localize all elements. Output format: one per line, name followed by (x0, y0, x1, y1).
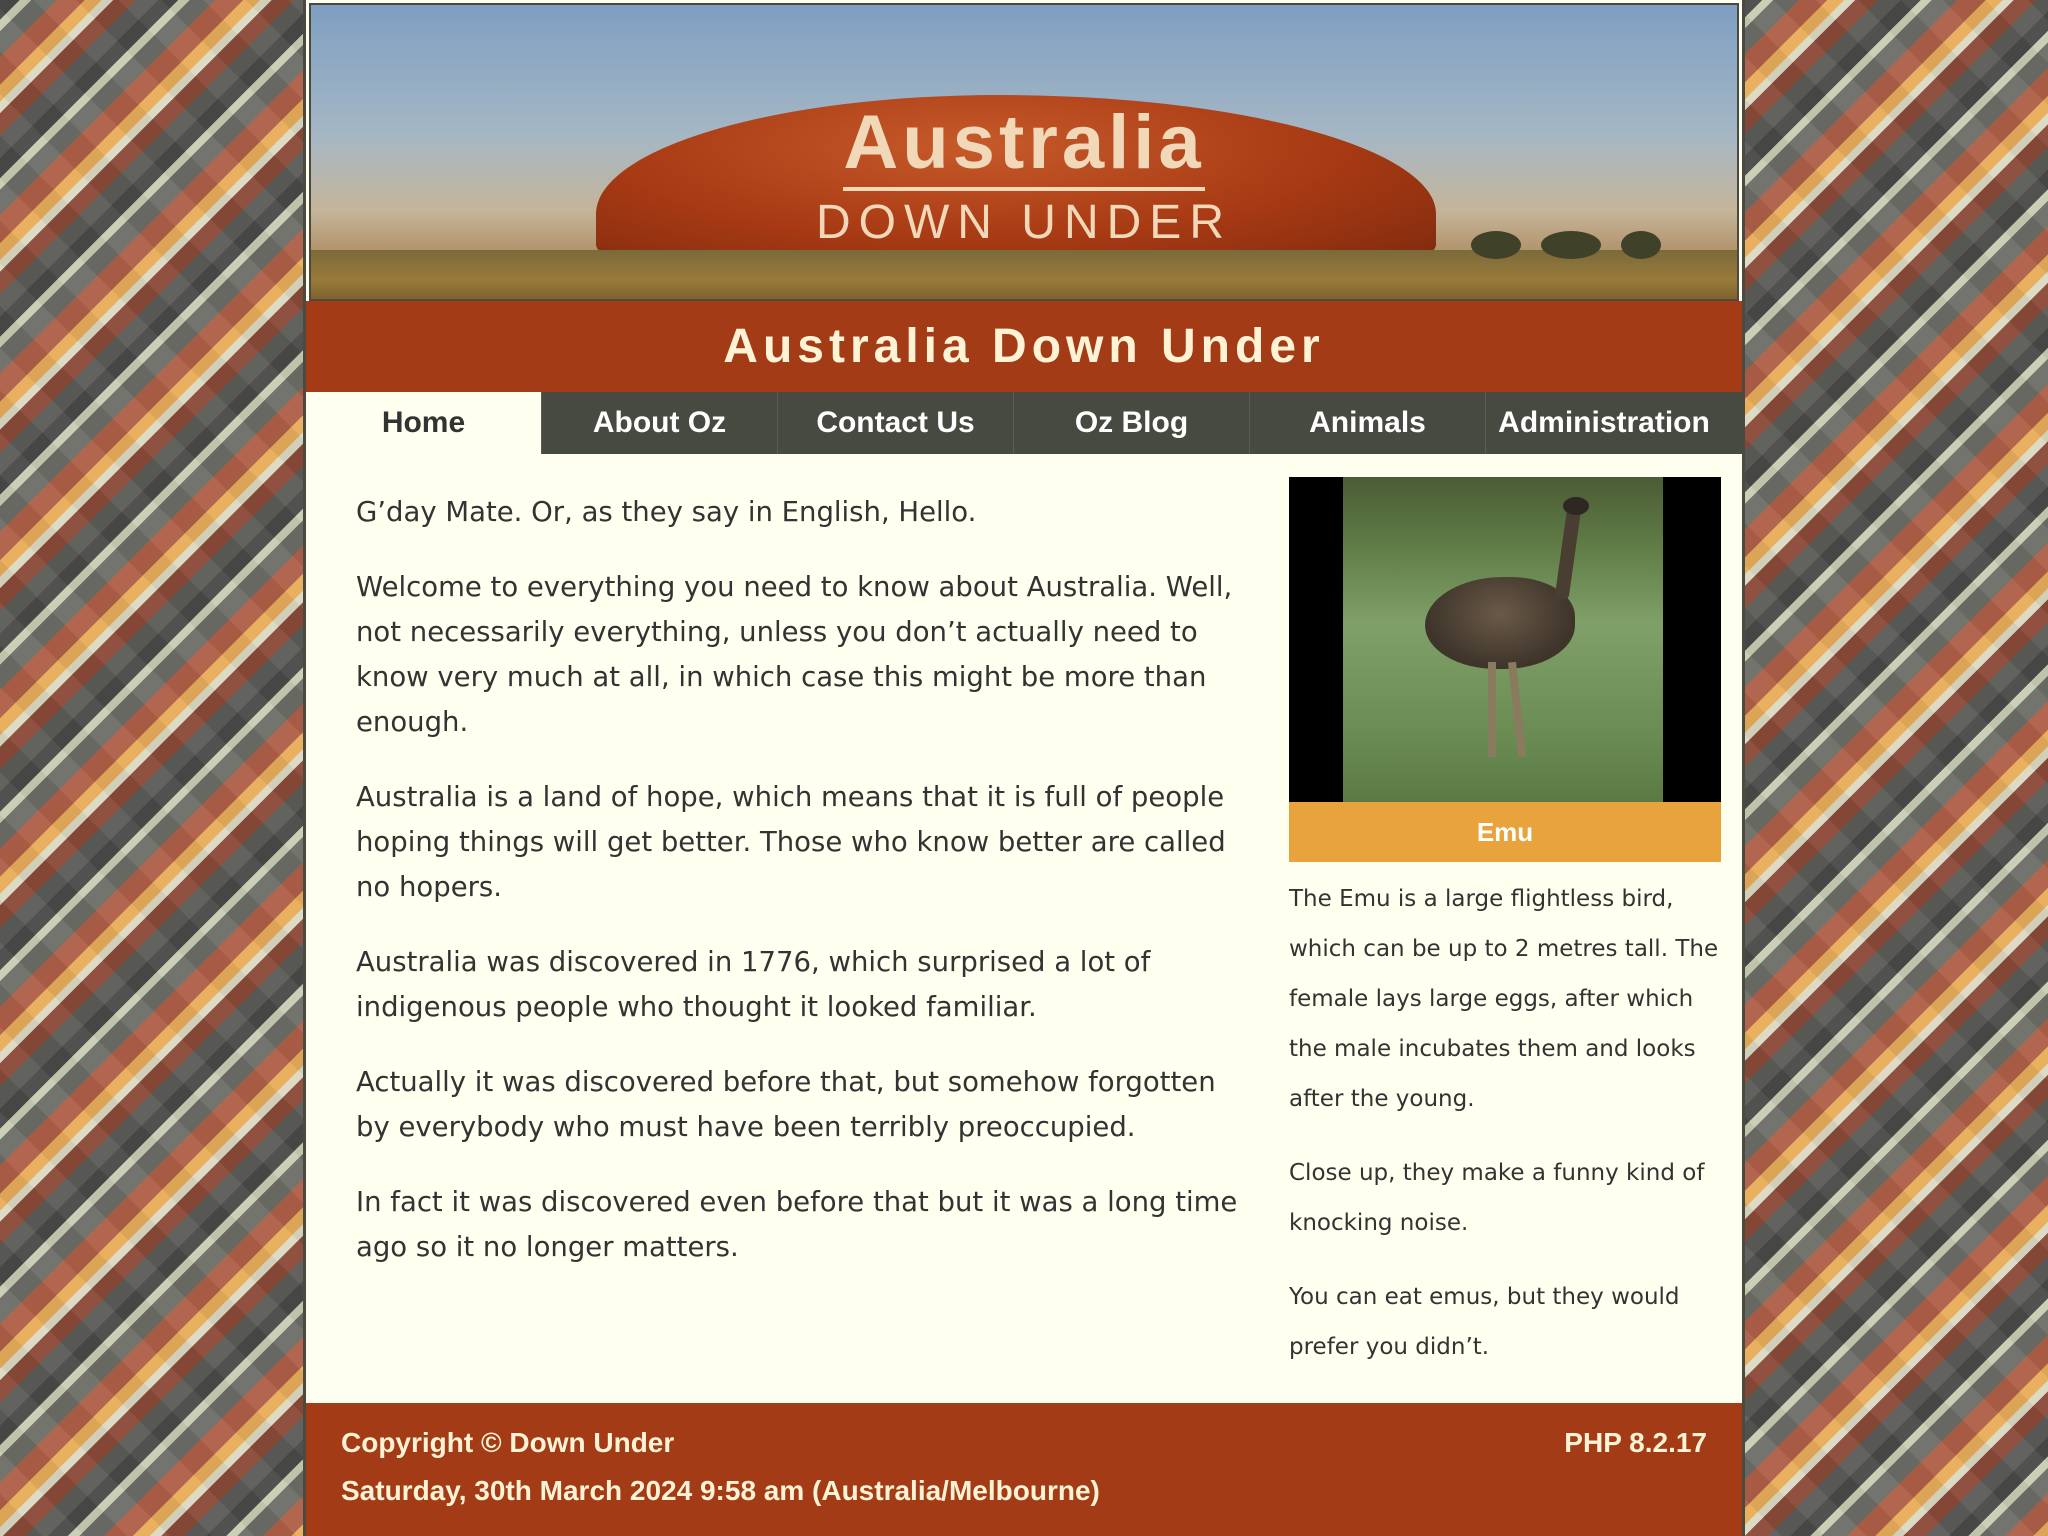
sidebar-feature: Emu The Emu is a large flightless bird, … (1289, 477, 1721, 1396)
header-banner: Australia DOWN UNDER (309, 3, 1739, 301)
emu-photo (1289, 477, 1721, 802)
nav-item-contact-us[interactable]: Contact Us (778, 392, 1014, 454)
sidebar-paragraph: You can eat emus, but they would prefer … (1289, 1284, 1680, 1360)
main-paragraph: G’day Mate. Or, as they say in English, … (356, 496, 977, 528)
sidebar-paragraph: The Emu is a large flightless bird, whic… (1289, 886, 1719, 1112)
emu-photo-scene (1343, 477, 1663, 802)
sidebar-paragraph: Close up, they make a funny kind of knoc… (1289, 1160, 1705, 1236)
footer-datetime: Saturday, 30th March 2024 9:58 am (Austr… (341, 1475, 1100, 1506)
main-paragraph: Australia was discovered in 1776, which … (356, 946, 1151, 1023)
main-paragraph: Welcome to everything you need to know a… (356, 571, 1233, 738)
emu-image-head (1563, 497, 1589, 515)
nav-item-oz-blog[interactable]: Oz Blog (1014, 392, 1250, 454)
page-container: Australia DOWN UNDER Australia Down Unde… (303, 0, 1745, 1536)
brand-subtitle: DOWN UNDER (816, 196, 1232, 249)
main-paragraph: Australia is a land of hope, which means… (356, 781, 1226, 903)
main-paragraph: In fact it was discovered even before th… (356, 1186, 1238, 1263)
footer-copyright: Copyright © Down Under (341, 1427, 675, 1458)
nav-item-about-oz[interactable]: About Oz (542, 392, 778, 454)
nav-item-animals[interactable]: Animals (1250, 392, 1486, 454)
emu-image-leg (1488, 662, 1496, 757)
photo-caption: Emu (1289, 802, 1721, 862)
main-paragraph: Actually it was discovered before that, … (356, 1066, 1216, 1143)
site-title: Australia Down Under (306, 301, 1742, 393)
footer-php-version: PHP 8.2.17 (1564, 1427, 1707, 1458)
outback-ground-image (311, 250, 1737, 299)
nav-item-home[interactable]: Home (306, 392, 542, 454)
emu-image-neck (1554, 504, 1582, 601)
emu-image-leg (1508, 661, 1526, 758)
emu-image-body (1425, 577, 1575, 669)
main-nav: Home About Oz Contact Us Oz Blog Animals… (306, 392, 1742, 454)
nav-item-administration[interactable]: Administration (1486, 392, 1722, 454)
footer: Copyright © Down Under Saturday, 30th Ma… (306, 1403, 1742, 1536)
sidebar-text: The Emu is a large flightless bird, whic… (1289, 874, 1721, 1372)
main-content: G’day Mate. Or, as they say in English, … (356, 490, 1246, 1300)
brand-title: Australia (843, 105, 1205, 191)
brand-logo: Australia DOWN UNDER (311, 105, 1737, 250)
